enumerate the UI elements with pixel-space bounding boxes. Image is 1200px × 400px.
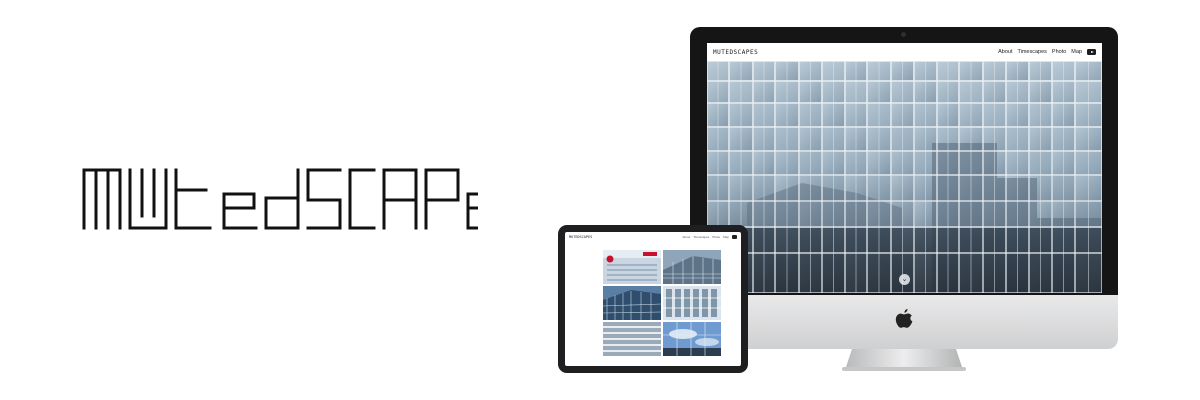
imac-device: MUTEDSCAPES About Timescapes Photo Map ⌄	[690, 27, 1118, 372]
desktop-site-nav: MUTEDSCAPES About Timescapes Photo Map	[707, 43, 1102, 61]
imac-bezel: MUTEDSCAPES About Timescapes Photo Map ⌄	[690, 27, 1118, 295]
gallery-photo	[663, 250, 721, 284]
photo-gallery-grid	[603, 250, 721, 356]
tablet-nav-timescapes[interactable]: Timescapes	[693, 235, 709, 239]
mutedscapes-logo	[82, 168, 478, 230]
imac-screen: MUTEDSCAPES About Timescapes Photo Map ⌄	[707, 43, 1102, 293]
gallery-photo	[663, 322, 721, 356]
youtube-icon[interactable]	[732, 235, 737, 239]
gallery-tile[interactable]	[663, 286, 721, 320]
gallery-photo	[603, 322, 661, 356]
gallery-tile[interactable]	[603, 250, 661, 284]
tablet-site-logo[interactable]: MUTEDSCAPES	[569, 235, 592, 239]
gallery-tile[interactable]	[663, 322, 721, 356]
gallery-tile[interactable]	[663, 250, 721, 284]
gallery-tile[interactable]	[603, 286, 661, 320]
nav-map[interactable]: Map	[1071, 49, 1082, 55]
chevron-down-icon[interactable]: ⌄	[899, 274, 910, 285]
imac-chin	[690, 295, 1118, 349]
desktop-nav-menu: About Timescapes Photo Map	[998, 49, 1096, 55]
camera-icon	[901, 32, 906, 37]
tablet-nav-menu: About Timescapes Photo Map	[682, 235, 737, 239]
logo-wordmark-graphic	[82, 168, 478, 230]
tablet-nav-map[interactable]: Map	[723, 235, 729, 239]
nav-about[interactable]: About	[998, 49, 1012, 55]
ipad-device: MUTEDSCAPES About Timescapes Photo Map	[558, 225, 748, 373]
apple-logo-icon	[895, 309, 913, 328]
tablet-nav-about[interactable]: About	[682, 235, 690, 239]
gallery-tile[interactable]	[603, 322, 661, 356]
hero-facade-image	[707, 43, 1102, 293]
imac-stand	[842, 349, 966, 371]
desktop-site-logo[interactable]: MUTEDSCAPES	[713, 49, 758, 56]
gallery-photo	[603, 250, 661, 284]
ipad-screen: MUTEDSCAPES About Timescapes Photo Map	[565, 232, 741, 366]
product-showcase: MUTEDSCAPES About Timescapes Photo Map ⌄	[0, 0, 1200, 400]
tablet-nav-photo[interactable]: Photo	[712, 235, 720, 239]
tablet-site-nav: MUTEDSCAPES About Timescapes Photo Map	[565, 232, 741, 242]
gallery-photo	[603, 286, 661, 320]
youtube-icon[interactable]	[1087, 49, 1096, 55]
nav-timescapes[interactable]: Timescapes	[1017, 49, 1046, 55]
gallery-photo	[663, 286, 721, 320]
nav-photo[interactable]: Photo	[1052, 49, 1066, 55]
